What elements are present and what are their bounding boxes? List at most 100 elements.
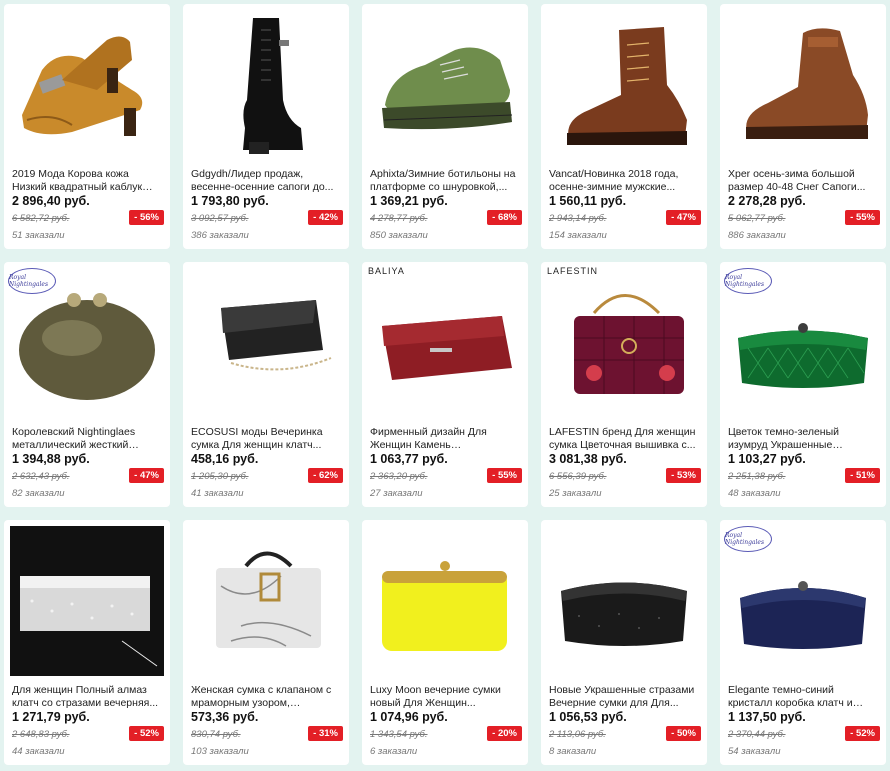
product-image[interactable] xyxy=(726,526,880,676)
product-title[interactable]: Aphixta/Зимние ботильоны на платформе со… xyxy=(370,168,520,194)
discount-badge: - 52% xyxy=(845,726,880,741)
product-title[interactable]: Новые Украшенные стразами Вечерние сумки… xyxy=(549,684,699,710)
product-title[interactable]: Xper осень-зима большой размер 40-48 Сне… xyxy=(728,168,878,194)
product-old-price: 3 092,57 руб. xyxy=(191,213,249,224)
clutch-shell-icon xyxy=(19,293,155,400)
product-old-price: 2 251,38 руб. xyxy=(728,471,786,482)
discount-badge: - 42% xyxy=(308,210,343,225)
orders-count: 27 заказали xyxy=(370,488,423,499)
product-card[interactable]: Gdgydh/Лидер продаж, весенне-осенние сап… xyxy=(183,4,349,249)
discount-badge: - 31% xyxy=(308,726,343,741)
orders-count: 41 заказали xyxy=(191,488,244,499)
product-old-price: 5 062,77 руб. xyxy=(728,213,786,224)
product-price: 1 793,80 руб. xyxy=(191,194,269,208)
discount-badge: - 51% xyxy=(845,468,880,483)
product-price: 2 278,28 руб. xyxy=(728,194,806,208)
product-card[interactable]: Женская сумка с клапаном с мраморным узо… xyxy=(183,520,349,765)
discount-badge: - 53% xyxy=(666,468,701,483)
product-old-price: 2 648,83 руб. xyxy=(12,729,70,740)
discount-badge: - 55% xyxy=(845,210,880,225)
product-title[interactable]: ECOSUSI моды Вечеринка сумка Для женщин … xyxy=(191,426,341,452)
product-title[interactable]: Фирменный дизайн Для Женщин Камень натур… xyxy=(370,426,520,452)
discount-badge: - 47% xyxy=(666,210,701,225)
product-image[interactable] xyxy=(368,10,522,160)
product-old-price: 830,74 руб. xyxy=(191,729,241,740)
product-image[interactable] xyxy=(10,10,164,160)
product-image[interactable] xyxy=(368,268,522,418)
orders-count: 8 заказали xyxy=(549,746,597,757)
product-image[interactable] xyxy=(189,526,343,676)
boot-tall-icon xyxy=(243,18,303,154)
product-title[interactable]: Gdgydh/Лидер продаж, весенне-осенние сап… xyxy=(191,168,341,194)
sneaker-platform-icon xyxy=(382,47,513,130)
product-price: 1 063,77 руб. xyxy=(370,452,448,466)
product-title[interactable]: Королевский Nightinglaes металлический ж… xyxy=(12,426,162,452)
clutch-diamond-icon xyxy=(20,576,158,667)
product-card[interactable]: Новые Украшенные стразами Вечерние сумки… xyxy=(541,520,707,765)
product-price: 1 074,96 руб. xyxy=(370,710,448,724)
product-card[interactable]: Для женщин Полный алмаз клатч со стразам… xyxy=(4,520,170,765)
product-image[interactable] xyxy=(547,526,701,676)
product-price: 1 369,21 руб. xyxy=(370,194,448,208)
orders-count: 82 заказали xyxy=(12,488,65,499)
orders-count: 54 заказали xyxy=(728,746,781,757)
bag-marble-icon xyxy=(216,551,321,648)
bag-velvet-icon xyxy=(574,294,684,394)
product-price: 573,36 руб. xyxy=(191,710,259,724)
product-card[interactable]: Luxy Moon вечерние сумки новый Для Женщи… xyxy=(362,520,528,765)
wallet-red-icon xyxy=(382,316,512,380)
orders-count: 386 заказали xyxy=(191,230,249,241)
discount-badge: - 56% xyxy=(129,210,164,225)
product-old-price: 2 113,06 руб. xyxy=(549,729,606,740)
product-old-price: 4 278,77 руб. xyxy=(370,213,428,224)
product-price: 1 560,11 руб. xyxy=(549,194,627,208)
product-image[interactable] xyxy=(368,526,522,676)
discount-badge: - 20% xyxy=(487,726,522,741)
product-title[interactable]: Elegante темно-синий кристалл коробка кл… xyxy=(728,684,878,710)
product-image[interactable] xyxy=(10,268,164,418)
product-price: 1 271,79 руб. xyxy=(12,710,90,724)
product-card[interactable]: LAFESTIN LAFESTIN бренд Для женщин сумка… xyxy=(541,262,707,507)
discount-badge: - 52% xyxy=(129,726,164,741)
product-title[interactable]: 2019 Мода Корова кожа Низкий квадратный … xyxy=(12,168,162,194)
clutch-green-icon xyxy=(738,323,868,388)
orders-count: 886 заказали xyxy=(728,230,786,241)
discount-badge: - 50% xyxy=(666,726,701,741)
product-card[interactable]: Xper осень-зима большой размер 40-48 Сне… xyxy=(720,4,886,249)
product-old-price: 1 343,54 руб. xyxy=(370,729,428,740)
product-image[interactable] xyxy=(726,268,880,418)
product-card[interactable]: ECOSUSI моды Вечеринка сумка Для женщин … xyxy=(183,262,349,507)
product-card[interactable]: Royal Nightingales Elegante темно-синий … xyxy=(720,520,886,765)
product-image[interactable] xyxy=(547,10,701,160)
product-title[interactable]: LAFESTIN бренд Для женщин сумка Цветочна… xyxy=(549,426,699,452)
product-title[interactable]: Женская сумка с клапаном с мраморным узо… xyxy=(191,684,341,710)
product-title[interactable]: Vancat/Новинка 2018 года, осенне-зимние … xyxy=(549,168,699,194)
orders-count: 48 заказали xyxy=(728,488,781,499)
product-card[interactable]: Aphixta/Зимние ботильоны на платформе со… xyxy=(362,4,528,249)
clutch-navy-icon xyxy=(740,581,866,649)
product-price: 3 081,38 руб. xyxy=(549,452,627,466)
product-price: 458,16 руб. xyxy=(191,452,259,466)
product-price: 1 137,50 руб. xyxy=(728,710,806,724)
product-old-price: 2 363,20 руб. xyxy=(370,471,428,482)
product-image[interactable] xyxy=(189,268,343,418)
product-price: 1 056,53 руб. xyxy=(549,710,627,724)
discount-badge: - 55% xyxy=(487,468,522,483)
product-title[interactable]: Для женщин Полный алмаз клатч со стразам… xyxy=(12,684,162,710)
product-card[interactable]: Royal Nightingales Цветок темно-зеленый … xyxy=(720,262,886,507)
product-old-price: 2 943,14 руб. xyxy=(549,213,607,224)
orders-count: 44 заказали xyxy=(12,746,65,757)
product-card[interactable]: BALIYA Фирменный дизайн Для Женщин Камен… xyxy=(362,262,528,507)
product-image[interactable] xyxy=(189,10,343,160)
product-card[interactable]: Vancat/Новинка 2018 года, осенне-зимние … xyxy=(541,4,707,249)
product-image[interactable] xyxy=(10,526,164,676)
orders-count: 25 заказали xyxy=(549,488,602,499)
product-image[interactable] xyxy=(547,268,701,418)
product-image[interactable] xyxy=(726,10,880,160)
product-price: 2 896,40 руб. xyxy=(12,194,90,208)
orders-count: 850 заказали xyxy=(370,230,428,241)
product-title[interactable]: Цветок темно-зеленый изумруд Украшенные … xyxy=(728,426,878,452)
product-title[interactable]: Luxy Moon вечерние сумки новый Для Женщи… xyxy=(370,684,520,710)
product-card[interactable]: Royal Nightingales Королевский Nightingl… xyxy=(4,262,170,507)
product-card[interactable]: 2019 Мода Корова кожа Низкий квадратный … xyxy=(4,4,170,249)
